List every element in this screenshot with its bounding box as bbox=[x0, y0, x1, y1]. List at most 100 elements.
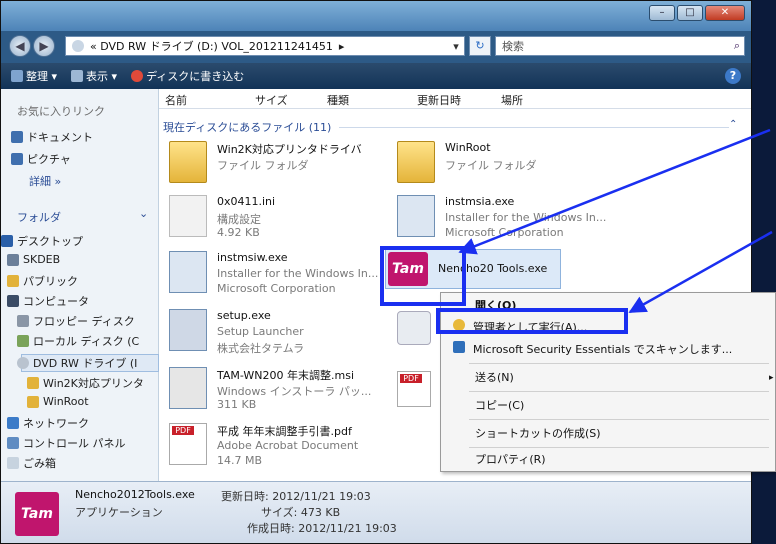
column-modified[interactable]: 更新日時 bbox=[417, 92, 461, 108]
file-item[interactable]: PDF 平成 年年末調整手引書.pdf Adobe Acrobat Docume… bbox=[169, 421, 389, 473]
msi-package-icon bbox=[169, 367, 207, 409]
tree-winroot-folder[interactable]: WinRoot bbox=[27, 395, 89, 408]
favorite-pictures[interactable]: ピクチャ bbox=[11, 151, 71, 167]
user-folder-icon bbox=[7, 253, 19, 266]
refresh-button[interactable]: ↻ bbox=[469, 36, 491, 56]
column-size[interactable]: サイズ bbox=[255, 92, 288, 108]
file-size: 311 KB bbox=[217, 398, 257, 411]
file-name: 0x0411.ini bbox=[217, 195, 276, 208]
menu-separator bbox=[469, 363, 769, 364]
file-size: 14.7 MB bbox=[217, 454, 263, 467]
menu-separator bbox=[469, 419, 769, 420]
favorites-header: お気に入りリンク bbox=[17, 105, 105, 118]
maximize-button[interactable]: □ bbox=[677, 5, 703, 21]
column-type[interactable]: 種類 bbox=[327, 92, 349, 108]
file-item[interactable]: WinRoot ファイル フォルダ bbox=[397, 139, 617, 191]
file-type: 構成設定 bbox=[217, 213, 261, 226]
close-button[interactable]: ✕ bbox=[705, 5, 745, 21]
minimize-button[interactable]: – bbox=[649, 5, 675, 21]
highlight-box-run-as-admin bbox=[436, 308, 628, 334]
pdf-badge: PDF bbox=[172, 426, 194, 435]
dvd-drive-icon bbox=[17, 357, 29, 369]
file-type: ファイル フォルダ bbox=[217, 159, 309, 172]
tree-dvd-drive[interactable]: DVD RW ドライブ (I bbox=[17, 355, 137, 371]
pdf-icon: PDF bbox=[169, 423, 207, 465]
tree-label: ネットワーク bbox=[23, 417, 89, 430]
menu-item-create-shortcut[interactable]: ショートカットの作成(S) bbox=[475, 425, 601, 441]
file-company: Microsoft Corporation bbox=[445, 226, 564, 239]
tree-label: パブリック bbox=[23, 275, 78, 288]
tree-control-panel[interactable]: コントロール パネル bbox=[7, 435, 126, 451]
search-icon: ⌕ bbox=[733, 39, 740, 52]
help-button[interactable]: ? bbox=[725, 68, 741, 84]
floppy-icon bbox=[17, 315, 29, 327]
details-file-name: Nencho2012Tools.exe bbox=[75, 488, 195, 501]
recycle-bin-icon bbox=[7, 457, 19, 469]
command-bar: 整理 ▾ 表示 ▾ ディスクに書き込む ? bbox=[1, 63, 751, 89]
menu-item-properties[interactable]: プロパティ(R) bbox=[475, 451, 546, 467]
organize-button[interactable]: 整理 ▾ bbox=[11, 68, 57, 84]
file-item[interactable]: Win2K対応プリンタドライバ ファイル フォルダ bbox=[169, 139, 389, 191]
tree-label: コントロール パネル bbox=[23, 437, 126, 450]
file-name: Win2K対応プリンタドライバ bbox=[217, 143, 362, 156]
address-bar[interactable]: « DVD RW ドライブ (D:) VOL_201211241451 ▸ ▾ bbox=[65, 36, 465, 56]
details-type: アプリケーション bbox=[75, 506, 163, 519]
desktop-icon bbox=[1, 235, 13, 247]
favorites-more-link[interactable]: 詳細 » bbox=[29, 173, 61, 189]
burn-disc-icon bbox=[131, 70, 144, 82]
control-panel-icon bbox=[7, 437, 19, 449]
file-name: 平成 年年末調整手引書.pdf bbox=[217, 425, 352, 438]
folder-icon bbox=[397, 141, 435, 183]
tree-network[interactable]: ネットワーク bbox=[7, 415, 89, 431]
back-button[interactable]: ◀ bbox=[9, 35, 31, 57]
collapse-chevron-icon[interactable]: ⌃ bbox=[729, 119, 737, 130]
pictures-icon bbox=[11, 153, 23, 165]
file-description: Setup Launcher bbox=[217, 325, 304, 338]
tree-computer[interactable]: コンピュータ bbox=[7, 293, 89, 309]
details-size: サイズ: 473 KB bbox=[261, 506, 341, 519]
tree-local-disk[interactable]: ローカル ディスク (C bbox=[17, 333, 139, 349]
tree-skdeb[interactable]: SKDEB bbox=[7, 253, 60, 266]
column-location[interactable]: 場所 bbox=[501, 92, 523, 108]
file-company: Microsoft Corporation bbox=[217, 282, 336, 295]
search-input[interactable]: 検索 ⌕ bbox=[495, 36, 745, 56]
search-placeholder: 検索 bbox=[502, 40, 524, 53]
menu-item-label: Microsoft Security Essentials でスキャンします..… bbox=[473, 343, 733, 356]
file-type: ファイル フォルダ bbox=[445, 159, 537, 172]
navigation-pane: お気に入りリンク ドキュメント ピクチャ 詳細 » フォルダ ⌄ デスクトップ … bbox=[1, 89, 159, 481]
details-modified: 更新日時: 2012/11/21 19:03 bbox=[221, 490, 371, 503]
group-header[interactable]: 現在ディスクにあるファイル (11) bbox=[163, 119, 331, 135]
organize-icon bbox=[11, 70, 23, 82]
folders-header[interactable]: フォルダ bbox=[17, 209, 61, 225]
tree-public[interactable]: パブリック bbox=[7, 273, 78, 289]
file-item[interactable]: instmsiw.exe Installer for the Windows I… bbox=[169, 249, 389, 301]
menu-item-send-to[interactable]: 送る(N) bbox=[475, 369, 514, 385]
forward-button[interactable]: ▶ bbox=[33, 35, 55, 57]
file-item[interactable]: instmsia.exe Installer for the Windows I… bbox=[397, 193, 617, 245]
menu-item-mse-scan[interactable]: Microsoft Security Essentials でスキャンします..… bbox=[453, 341, 732, 357]
tree-win2k-folder[interactable]: Win2K対応プリンタ bbox=[27, 375, 144, 391]
views-button[interactable]: 表示 ▾ bbox=[71, 68, 117, 84]
settings-file-icon bbox=[169, 195, 207, 237]
column-name[interactable]: 名前 bbox=[165, 92, 187, 108]
tree-recycle-bin[interactable]: ごみ箱 bbox=[7, 455, 56, 471]
tree-floppy[interactable]: フロッピー ディスク bbox=[17, 313, 135, 329]
group-divider bbox=[339, 127, 729, 128]
chevron-down-icon[interactable]: ▾ bbox=[448, 40, 464, 53]
favorite-documents[interactable]: ドキュメント bbox=[11, 129, 93, 145]
address-row: ◀ ▶ « DVD RW ドライブ (D:) VOL_201211241451 … bbox=[7, 33, 747, 61]
file-item[interactable]: TAM-WN200 年末調整.msi Windows インストーラ パッ... … bbox=[169, 365, 389, 417]
folders-chevron-icon[interactable]: ⌄ bbox=[139, 207, 148, 220]
tree-label: WinRoot bbox=[43, 395, 89, 408]
file-item[interactable]: 0x0411.ini 構成設定 4.92 KB bbox=[169, 193, 389, 245]
tree-desktop[interactable]: デスクトップ bbox=[1, 233, 83, 249]
tree-label: フロッピー ディスク bbox=[33, 315, 135, 328]
drive-icon bbox=[72, 40, 84, 52]
file-description: Installer for the Windows In... bbox=[217, 267, 379, 280]
file-name: WinRoot bbox=[445, 141, 491, 154]
file-item[interactable]: setup.exe Setup Launcher 株式会社タテムラ bbox=[169, 307, 389, 359]
menu-item-copy[interactable]: コピー(C) bbox=[475, 397, 524, 413]
burn-label: ディスクに書き込む bbox=[146, 70, 245, 83]
burn-button[interactable]: ディスクに書き込む bbox=[131, 68, 244, 84]
column-headers: 名前 サイズ 種類 更新日時 場所 bbox=[159, 89, 751, 109]
